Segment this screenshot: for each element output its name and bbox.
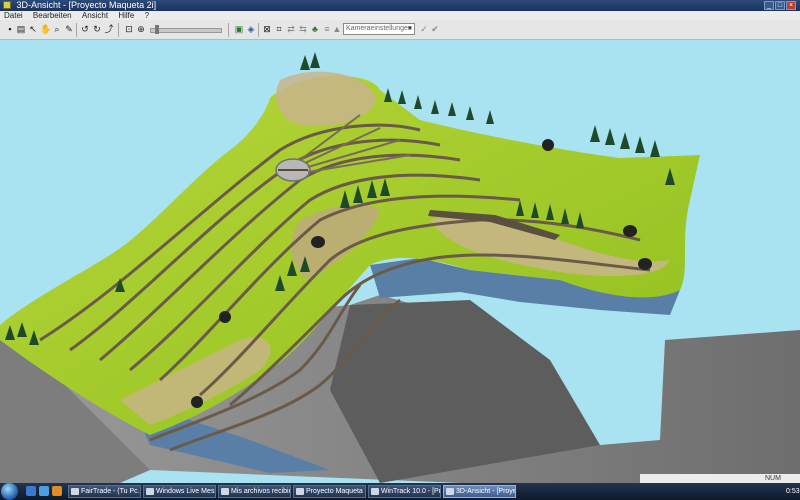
- rotate-right-icon[interactable]: ↻: [92, 24, 102, 35]
- menu-item-datei[interactable]: Datei: [4, 11, 23, 20]
- redo-icon[interactable]: ⇄: [286, 24, 296, 35]
- zoom-icon[interactable]: ⌕: [52, 24, 62, 35]
- zoom-slider-thumb[interactable]: [155, 25, 159, 34]
- taskbar-button-label: Windows Live Messe...: [156, 488, 215, 495]
- landscape-icon[interactable]: ▲: [332, 24, 342, 35]
- taskbar-button-label: Proyecto Maqueta 2...: [306, 488, 365, 495]
- menu-item-ansicht[interactable]: Ansicht: [82, 11, 108, 20]
- window-title: 3D-Ansicht - [Proyecto Maqueta 2i]: [16, 0, 157, 10]
- taskbar-button-label: FairTrade - (Tu Pc...: [81, 488, 141, 495]
- undo-icon[interactable]: ⇆: [298, 24, 308, 35]
- taskbar-button[interactable]: Mis archivos recibid...: [218, 485, 291, 498]
- taskbar-button[interactable]: Windows Live Messe...: [143, 485, 216, 498]
- camera-select[interactable]: Kameraeinstellungen ▼: [343, 23, 415, 35]
- show-desktop-icon[interactable]: [26, 486, 36, 496]
- zoom-in-icon[interactable]: ⊕: [136, 24, 146, 35]
- window-icon: [146, 488, 154, 495]
- taskbar-button-label: Mis archivos recibid...: [231, 488, 290, 495]
- system-tray: [700, 484, 800, 499]
- print-icon[interactable]: ▤: [16, 24, 26, 35]
- browser-icon[interactable]: [39, 486, 49, 496]
- media-icon[interactable]: [52, 486, 62, 496]
- save-icon[interactable]: ▪: [5, 24, 15, 35]
- accept-icon[interactable]: ✔: [430, 24, 440, 35]
- car-icon[interactable]: ✎: [64, 24, 74, 35]
- menu-bar: Datei Bearbeiten Ansicht Hilfe ?: [0, 11, 800, 20]
- signal-icon[interactable]: ◈: [246, 24, 256, 35]
- taskbar-button[interactable]: WinTrack 10.0 - [Pr...: [368, 485, 441, 498]
- app-icon: [3, 1, 11, 9]
- rotate-left-icon[interactable]: ↺: [80, 24, 90, 35]
- window-icon: [221, 488, 229, 495]
- start-button[interactable]: [1, 483, 18, 500]
- track-icon[interactable]: ≡: [322, 24, 332, 35]
- grid-icon[interactable]: ⌗: [274, 24, 284, 35]
- 3d-viewport[interactable]: [0, 40, 800, 483]
- title-bar: 3D-Ansicht - [Proyecto Maqueta 2i] _ □ ×: [0, 0, 800, 11]
- zoom-extent-icon[interactable]: ⊡: [124, 24, 134, 35]
- taskbar-button[interactable]: Proyecto Maqueta 2...: [293, 485, 366, 498]
- window-icon: [446, 488, 454, 495]
- clock: 0:53: [786, 488, 800, 495]
- tree-icon[interactable]: ♣: [310, 24, 320, 35]
- menu-item-help[interactable]: ?: [145, 11, 149, 20]
- menu-item-bearbeiten[interactable]: Bearbeiten: [33, 11, 72, 20]
- close-button[interactable]: ×: [786, 1, 796, 10]
- hand-icon[interactable]: ✋: [40, 24, 51, 35]
- status-bar: NUM: [640, 474, 800, 483]
- maximize-button[interactable]: □: [775, 1, 785, 10]
- layout-3d-render: [0, 52, 800, 483]
- zoom-slider[interactable]: [150, 28, 222, 33]
- check-icon[interactable]: ✓: [419, 24, 429, 35]
- taskbar-button[interactable]: 3D-Ansicht - [Proye...: [443, 485, 516, 498]
- window-icon: [71, 488, 79, 495]
- rotate-up-icon[interactable]: ⤴: [104, 24, 114, 35]
- train-icon[interactable]: ▣: [234, 24, 244, 35]
- taskbar-button-label: WinTrack 10.0 - [Pr...: [381, 488, 441, 495]
- taskbar-button[interactable]: FairTrade - (Tu Pc...: [68, 485, 141, 498]
- minimize-button[interactable]: _: [764, 1, 774, 10]
- window-icon: [371, 488, 379, 495]
- taskbar: FairTrade - (Tu Pc... Windows Live Messe.…: [0, 483, 800, 500]
- taskbar-button-label: 3D-Ansicht - [Proye...: [456, 488, 516, 495]
- chevron-down-icon: ▼: [407, 26, 413, 32]
- fit-icon[interactable]: ⊠: [262, 24, 272, 35]
- num-lock-indicator: NUM: [765, 475, 781, 482]
- window-icon: [296, 488, 304, 495]
- menu-item-hilfe[interactable]: Hilfe: [118, 11, 134, 20]
- cursor-icon[interactable]: ↖: [28, 24, 38, 35]
- toolbar: ▪ ▤ ↖ ✋ ⌕ ✎ ↺ ↻ ⤴ ⊡ ⊕ ▣ ◈ ⊠ ⌗ ⇄ ⇆ ♣ ≡ ▲ …: [0, 20, 800, 40]
